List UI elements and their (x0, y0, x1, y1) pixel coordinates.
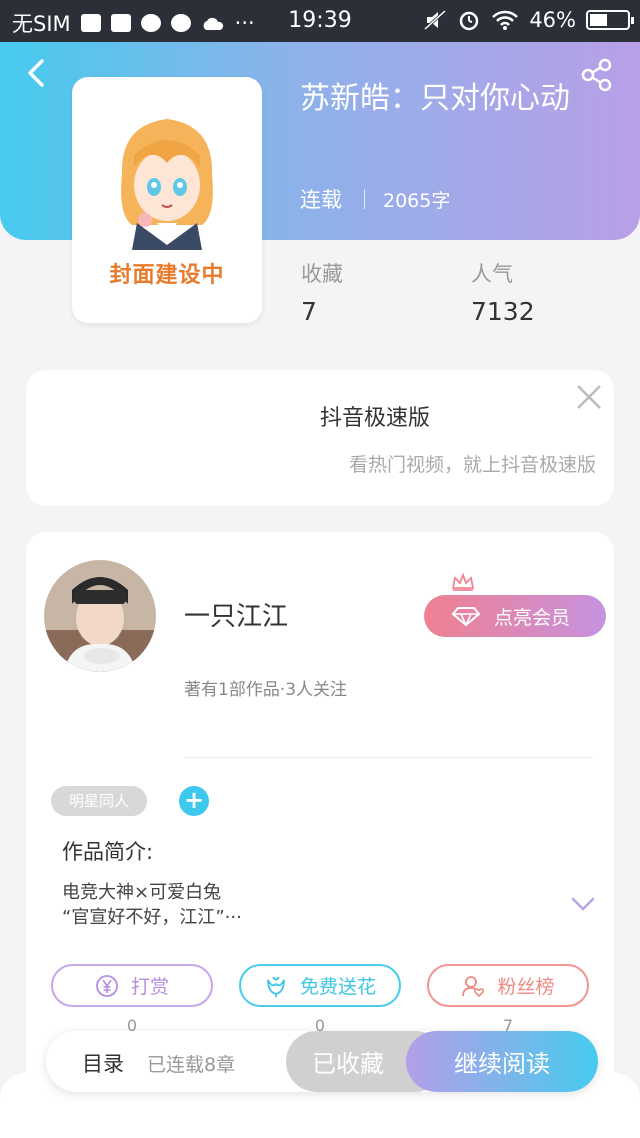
bottom-action-bar: 目录 已连载8章 已收藏 继续阅读 (46, 1031, 598, 1092)
yen-icon (96, 974, 118, 997)
tip-button[interactable]: 打赏 (51, 964, 213, 1007)
divider (184, 757, 594, 758)
meta-divider (364, 189, 365, 209)
cover-placeholder-text: 封面建设中 (109, 263, 225, 288)
back-icon[interactable] (22, 58, 52, 88)
alarm-icon (460, 11, 479, 31)
intro-label: 作品简介: (62, 840, 154, 864)
book-title: 苏新皓：只对你心动 (300, 81, 570, 116)
intro-text: 电竞大神×可爱白兔 “官宣好不好，江江”··· (62, 880, 242, 930)
chevron-down-icon[interactable] (571, 897, 595, 911)
send-flower-button[interactable]: 免费送花 (239, 964, 401, 1007)
popularity-count: 7132 (471, 297, 535, 326)
vip-button[interactable]: 点亮会员 (424, 595, 606, 637)
book-cover[interactable]: 封面建设中 (72, 77, 262, 323)
user-heart-icon (462, 975, 485, 997)
author-info: 著有1部作品·3人关注 (184, 680, 348, 700)
send-flower-label: 免费送花 (299, 976, 376, 998)
intro-line: 电竞大神×可爱白兔 (62, 882, 222, 903)
status-bar: 无SIM ··· 19:39 46% (0, 0, 640, 42)
chapter-count[interactable]: 已连载8章 (147, 1050, 235, 1077)
ad-banner[interactable]: 抖音极速版 看热门视频，就上抖音极速版 (26, 370, 614, 506)
mute-icon (424, 9, 447, 31)
wifi-icon (492, 10, 519, 30)
book-meta: 连载 2065字 (300, 184, 450, 214)
fans-ranking-button[interactable]: 粉丝榜 (427, 964, 589, 1007)
continue-reading-button[interactable]: 继续阅读 (406, 1031, 598, 1092)
collect-label: 收藏 (301, 262, 343, 286)
tag-chip[interactable]: 明星同人 (51, 786, 147, 816)
author-name[interactable]: 一只江江 (184, 596, 288, 633)
crown-icon (451, 572, 475, 591)
popularity-label: 人气 (471, 262, 513, 286)
ad-subtitle: 看热门视频，就上抖音极速版 (348, 454, 596, 476)
collected-label: 已收藏 (312, 1050, 384, 1078)
diamond-icon (452, 607, 480, 626)
add-tag-button[interactable]: + (179, 786, 209, 816)
collect-count: 7 (301, 297, 317, 326)
fans-ranking-label: 粉丝榜 (497, 976, 555, 998)
flower-icon (267, 976, 285, 997)
tip-label: 打赏 (130, 976, 169, 998)
battery-icon (586, 10, 634, 30)
continue-reading-label: 继续阅读 (454, 1050, 550, 1078)
intro-line: “官宣好不好，江江”··· (62, 907, 242, 928)
ad-title: 抖音极速版 (320, 406, 431, 431)
author-avatar[interactable] (44, 560, 156, 672)
author-card: 一只江江 点亮会员 著有1部作品·3人关注 明星同人 + 作品简介: 电竞大神×… (26, 532, 614, 1092)
word-count: 2065字 (383, 189, 451, 212)
serial-status: 连载 (300, 188, 342, 212)
toc-button[interactable]: 目录 (82, 1048, 124, 1078)
vip-button-label: 点亮会员 (494, 606, 571, 629)
battery-percent: 46% (529, 8, 576, 32)
close-icon[interactable] (576, 384, 602, 410)
